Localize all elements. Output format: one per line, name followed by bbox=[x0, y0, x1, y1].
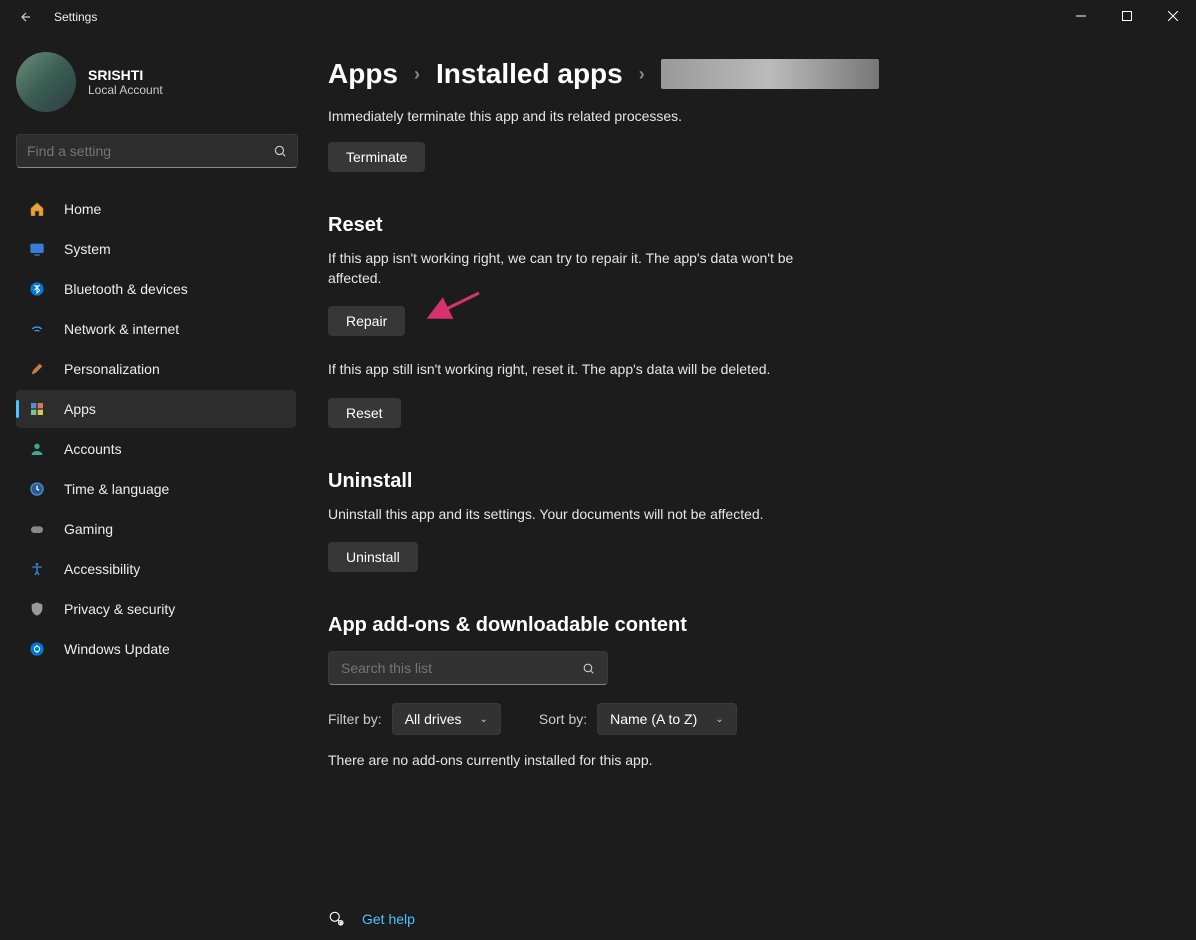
sidebar-item-network[interactable]: Network & internet bbox=[16, 310, 296, 348]
uninstall-desc: Uninstall this app and its settings. You… bbox=[328, 505, 828, 525]
sidebar-item-label: Apps bbox=[64, 401, 96, 417]
uninstall-section: Uninstall Uninstall this app and its set… bbox=[328, 470, 1196, 573]
get-help-label: Get help bbox=[362, 911, 415, 927]
reset-title: Reset bbox=[328, 214, 1196, 237]
nav-list: Home System Bluetooth & devices Network … bbox=[16, 190, 296, 668]
reset-section: Reset If this app isn't working right, w… bbox=[328, 214, 1196, 428]
shield-icon bbox=[28, 600, 46, 618]
sidebar-item-privacy[interactable]: Privacy & security bbox=[16, 590, 296, 628]
uninstall-title: Uninstall bbox=[328, 470, 1196, 493]
gamepad-icon bbox=[28, 520, 46, 538]
chevron-right-icon: › bbox=[414, 64, 420, 85]
breadcrumb: Apps › Installed apps › bbox=[328, 58, 1196, 90]
back-button[interactable] bbox=[16, 7, 36, 27]
addons-search-box[interactable] bbox=[328, 651, 608, 685]
sidebar-search[interactable] bbox=[16, 134, 298, 168]
sidebar-item-label: Personalization bbox=[64, 361, 160, 377]
sidebar-item-label: Bluetooth & devices bbox=[64, 281, 188, 297]
sidebar-item-label: Home bbox=[64, 201, 101, 217]
close-icon bbox=[1168, 11, 1178, 21]
addons-empty: There are no add-ons currently installed… bbox=[328, 751, 828, 771]
arrow-left-icon bbox=[19, 10, 33, 24]
reset-button[interactable]: Reset bbox=[328, 398, 401, 428]
sidebar-item-bluetooth[interactable]: Bluetooth & devices bbox=[16, 270, 296, 308]
sidebar-item-label: Windows Update bbox=[64, 641, 170, 657]
breadcrumb-installed[interactable]: Installed apps bbox=[436, 58, 623, 90]
sidebar-item-accounts[interactable]: Accounts bbox=[16, 430, 296, 468]
sidebar-item-label: Gaming bbox=[64, 521, 113, 537]
terminate-desc: Immediately terminate this app and its r… bbox=[328, 108, 1196, 124]
sidebar-item-time[interactable]: Time & language bbox=[16, 470, 296, 508]
sidebar-item-apps[interactable]: Apps bbox=[16, 390, 296, 428]
sidebar-item-system[interactable]: System bbox=[16, 230, 296, 268]
wifi-icon bbox=[28, 320, 46, 338]
filter-value: All drives bbox=[405, 711, 462, 727]
search-icon bbox=[273, 144, 287, 158]
profile-name: SRISHTI bbox=[88, 67, 163, 83]
person-icon bbox=[28, 440, 46, 458]
sidebar-item-label: Time & language bbox=[64, 481, 169, 497]
sort-dropdown[interactable]: Name (A to Z) ⌄ bbox=[597, 703, 737, 735]
brush-icon bbox=[28, 360, 46, 378]
filter-dropdown[interactable]: All drives ⌄ bbox=[392, 703, 501, 735]
reset-desc: If this app still isn't working right, r… bbox=[328, 360, 828, 380]
system-icon bbox=[28, 240, 46, 258]
filter-row: Filter by: All drives ⌄ Sort by: Name (A… bbox=[328, 703, 1196, 735]
accessibility-icon bbox=[28, 560, 46, 578]
annotation-arrow-icon bbox=[424, 288, 484, 328]
sidebar-item-label: Accounts bbox=[64, 441, 122, 457]
uninstall-button[interactable]: Uninstall bbox=[328, 542, 418, 572]
clock-icon bbox=[28, 480, 46, 498]
addons-section: App add-ons & downloadable content Filte… bbox=[328, 614, 1196, 771]
bluetooth-icon bbox=[28, 280, 46, 298]
chevron-right-icon: › bbox=[639, 64, 645, 85]
sidebar-item-home[interactable]: Home bbox=[16, 190, 296, 228]
get-help-link[interactable]: ? Get help bbox=[328, 910, 415, 928]
profile-sub: Local Account bbox=[88, 83, 163, 97]
help-icon: ? bbox=[328, 910, 346, 928]
apps-icon bbox=[28, 400, 46, 418]
search-input[interactable] bbox=[27, 143, 273, 159]
sidebar: SRISHTI Local Account Home System Blueto… bbox=[0, 34, 310, 940]
terminate-button[interactable]: Terminate bbox=[328, 142, 425, 172]
sort-label: Sort by: bbox=[539, 711, 587, 727]
sidebar-item-gaming[interactable]: Gaming bbox=[16, 510, 296, 548]
close-button[interactable] bbox=[1150, 0, 1196, 32]
maximize-icon bbox=[1122, 11, 1132, 21]
svg-text:?: ? bbox=[340, 921, 342, 925]
sidebar-item-update[interactable]: Windows Update bbox=[16, 630, 296, 668]
chevron-down-icon: ⌄ bbox=[715, 714, 723, 725]
update-icon bbox=[28, 640, 46, 658]
minimize-icon bbox=[1076, 11, 1086, 21]
sidebar-item-label: Privacy & security bbox=[64, 601, 175, 617]
window-title: Settings bbox=[54, 10, 97, 24]
titlebar: Settings bbox=[0, 0, 1196, 34]
sidebar-item-personalization[interactable]: Personalization bbox=[16, 350, 296, 388]
sidebar-item-label: Network & internet bbox=[64, 321, 179, 337]
addons-title: App add-ons & downloadable content bbox=[328, 614, 1196, 637]
main-content: Apps › Installed apps › Immediately term… bbox=[310, 34, 1196, 940]
repair-desc: If this app isn't working right, we can … bbox=[328, 249, 828, 288]
breadcrumb-apps[interactable]: Apps bbox=[328, 58, 398, 90]
sidebar-item-label: System bbox=[64, 241, 111, 257]
sidebar-item-accessibility[interactable]: Accessibility bbox=[16, 550, 296, 588]
breadcrumb-app-name-redacted bbox=[661, 59, 879, 89]
sidebar-item-label: Accessibility bbox=[64, 561, 140, 577]
maximize-button[interactable] bbox=[1104, 0, 1150, 32]
minimize-button[interactable] bbox=[1058, 0, 1104, 32]
chevron-down-icon: ⌄ bbox=[479, 714, 487, 725]
addons-search-input[interactable] bbox=[341, 660, 582, 676]
avatar bbox=[16, 52, 76, 112]
profile-block[interactable]: SRISHTI Local Account bbox=[16, 52, 296, 112]
repair-button[interactable]: Repair bbox=[328, 306, 405, 336]
search-icon bbox=[582, 662, 595, 675]
sort-value: Name (A to Z) bbox=[610, 711, 697, 727]
filter-label: Filter by: bbox=[328, 711, 382, 727]
home-icon bbox=[28, 200, 46, 218]
